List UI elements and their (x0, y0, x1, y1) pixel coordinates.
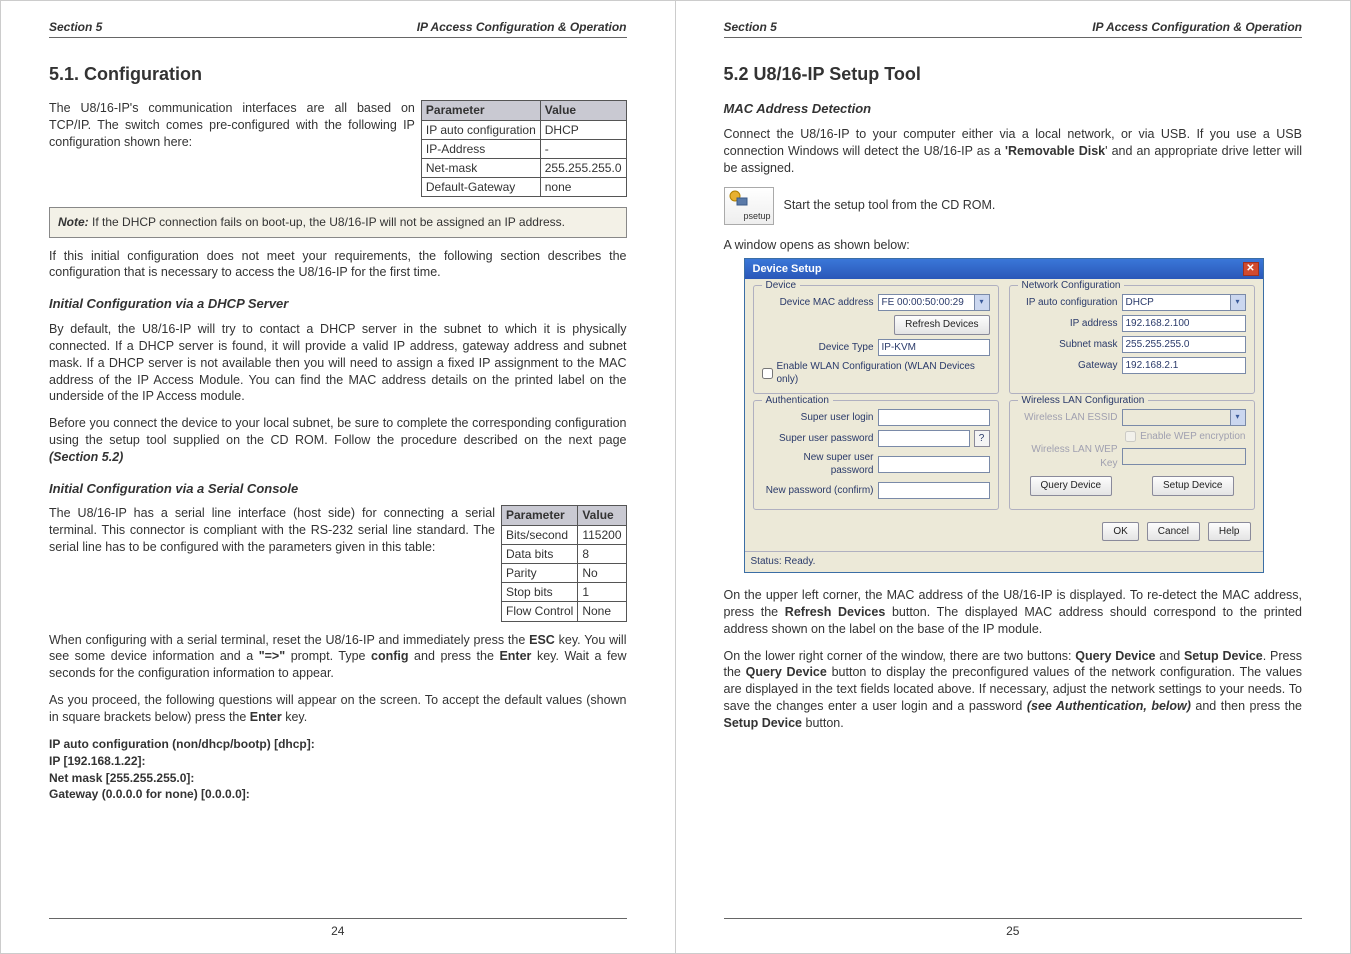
psetup-row: psetup Start the setup tool from the CD … (724, 187, 1303, 225)
section-label: Section 5 (49, 19, 102, 35)
essid-combo (1122, 409, 1246, 426)
note-box: Note: If the DHCP connection fails on bo… (49, 207, 627, 237)
mac-combo[interactable]: FE 00:00:50:00:29 (878, 294, 990, 311)
super-user-login-field[interactable] (878, 409, 990, 426)
page-number: 25 (724, 918, 1303, 939)
section-label: Section 5 (724, 19, 777, 35)
ip-config-table: ParameterValueIP auto configurationDHCPI… (421, 100, 627, 197)
note-label: Note: (58, 215, 89, 229)
device-type-field: IP-KVM (878, 339, 990, 356)
setup-device-button[interactable]: Setup Device (1152, 476, 1233, 496)
window-titlebar: Device Setup ✕ (745, 259, 1263, 280)
refresh-devices-button[interactable]: Refresh Devices (894, 315, 989, 335)
para-upper-left: On the upper left corner, the MAC addres… (724, 587, 1303, 638)
page-header: Section 5 IP Access Configuration & Oper… (724, 19, 1303, 38)
ipauto-combo[interactable]: DHCP (1122, 294, 1246, 311)
para-serial: The U8/16-IP has a serial line interface… (49, 505, 495, 556)
help-button[interactable]: Help (1208, 522, 1251, 542)
heading-serial: Initial Configuration via a Serial Conso… (49, 480, 627, 498)
psetup-text: Start the setup tool from the CD ROM. (784, 197, 996, 214)
para-dhcp: By default, the U8/16-IP will try to con… (49, 321, 627, 405)
cancel-button[interactable]: Cancel (1147, 522, 1200, 542)
para-questions: As you proceed, the following questions … (49, 692, 627, 726)
ip-address-field[interactable]: 192.168.2.100 (1122, 315, 1246, 332)
confirm-password-field[interactable] (878, 482, 990, 499)
device-group: Device Device MAC address FE 00:00:50:00… (753, 285, 999, 394)
section-title: IP Access Configuration & Operation (417, 19, 627, 35)
para-connect: Connect the U8/16-IP to your computer ei… (724, 126, 1303, 177)
serial-params-table: ParameterValueBits/second115200Data bits… (501, 505, 627, 621)
heading-dhcp: Initial Configuration via a DHCP Server (49, 295, 627, 313)
para-window: A window opens as shown below: (724, 237, 1303, 254)
ok-button[interactable]: OK (1102, 522, 1138, 542)
device-setup-window: Device Setup ✕ Device Device MAC address… (744, 258, 1264, 573)
status-bar: Status: Ready. (745, 551, 1263, 572)
gateway-field[interactable]: 192.168.2.1 (1122, 357, 1246, 374)
query-device-button[interactable]: Query Device (1030, 476, 1113, 496)
config-prompts: IP auto configuration (non/dhcp/bootp) [… (49, 736, 627, 803)
section-title: IP Access Configuration & Operation (1092, 19, 1302, 35)
page-right: Section 5 IP Access Configuration & Oper… (676, 0, 1351, 954)
close-icon[interactable]: ✕ (1243, 262, 1259, 276)
para-lower-right: On the lower right corner of the window,… (724, 648, 1303, 732)
page-left: Section 5 IP Access Configuration & Oper… (0, 0, 676, 954)
network-group: Network Configuration IP auto configurat… (1009, 285, 1255, 394)
enable-wlan-checkbox[interactable]: Enable WLAN Configuration (WLAN Devices … (762, 360, 990, 387)
para-esc: When configuring with a serial terminal,… (49, 632, 627, 683)
note-text: If the DHCP connection fails on boot-up,… (89, 215, 565, 229)
subnet-field[interactable]: 255.255.255.0 (1122, 336, 1246, 353)
auth-group: Authentication Super user login Super us… (753, 400, 999, 510)
intro-text: The U8/16-IP's communication interfaces … (49, 100, 415, 151)
super-user-password-field[interactable] (878, 430, 970, 447)
wlan-group: Wireless LAN Configuration Wireless LAN … (1009, 400, 1255, 510)
para-initial: If this initial configuration does not m… (49, 248, 627, 282)
enable-wep-checkbox: Enable WEP encryption (1018, 430, 1246, 444)
psetup-icon: psetup (724, 187, 774, 225)
heading-mac: MAC Address Detection (724, 100, 1303, 118)
new-password-field[interactable] (878, 456, 990, 473)
para-before-connect: Before you connect the device to your lo… (49, 415, 627, 466)
wep-key-field (1122, 448, 1246, 465)
page-header: Section 5 IP Access Configuration & Oper… (49, 19, 627, 38)
page-number: 24 (49, 918, 627, 939)
help-icon[interactable]: ? (974, 430, 990, 447)
heading-5-1: 5.1. Configuration (49, 62, 627, 86)
heading-5-2: 5.2 U8/16-IP Setup Tool (724, 62, 1303, 86)
window-title: Device Setup (753, 262, 822, 277)
